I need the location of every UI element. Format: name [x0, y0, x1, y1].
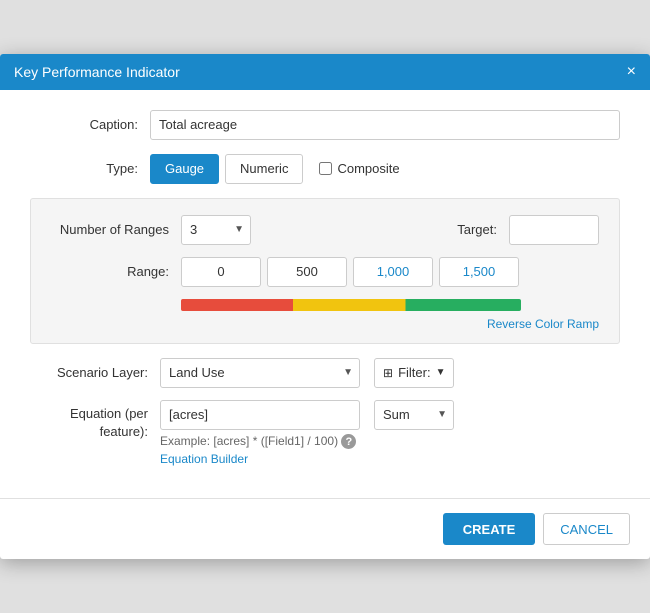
caption-input[interactable]	[150, 110, 620, 140]
close-button[interactable]: ×	[627, 64, 636, 80]
reverse-color-ramp-link[interactable]: Reverse Color Ramp	[181, 317, 599, 331]
num-ranges-label: Number of Ranges	[51, 222, 181, 237]
range-input-0[interactable]	[181, 257, 261, 287]
target-label: Target:	[429, 222, 509, 237]
range-input-3[interactable]	[439, 257, 519, 287]
composite-wrap: Composite	[319, 161, 399, 176]
equation-input[interactable]	[160, 400, 360, 430]
scenario-layer-label: Scenario Layer:	[30, 365, 160, 380]
cancel-button[interactable]: CANCEL	[543, 513, 630, 545]
equation-label: Equation (per feature):	[30, 400, 160, 441]
dialog-footer: CREATE CANCEL	[0, 498, 650, 559]
range-values	[181, 257, 519, 287]
equation-example: Example: [acres] * ([Field1] / 100) ?	[160, 434, 454, 449]
filter-button[interactable]: ⊞ Filter: ▼	[374, 358, 454, 388]
type-selector: Gauge Numeric Composite	[150, 154, 400, 184]
filter-layers-icon: ⊞	[383, 366, 393, 380]
scenario-select-wrap: Land Use ▼	[160, 358, 360, 388]
caption-label: Caption:	[30, 117, 150, 132]
kpi-dialog: Key Performance Indicator × Caption: Typ…	[0, 54, 650, 559]
ranges-section: Number of Ranges 3 2 4 5 ▼ Target: Range…	[30, 198, 620, 344]
target-input[interactable]	[509, 215, 599, 245]
range-inputs-row: Range:	[51, 257, 599, 287]
sum-select-wrap: Sum Average Count ▼	[374, 400, 454, 430]
scenario-layer-select[interactable]: Land Use	[160, 358, 360, 388]
num-ranges-select[interactable]: 3 2 4 5	[181, 215, 251, 245]
filter-label: Filter:	[398, 365, 431, 380]
color-bar	[181, 299, 521, 311]
scenario-section: Scenario Layer: Land Use ▼ ⊞ Filter: ▼ E…	[30, 358, 620, 466]
composite-label: Composite	[337, 161, 399, 176]
equation-builder-link[interactable]: Equation Builder	[160, 452, 454, 466]
ranges-header-row: Number of Ranges 3 2 4 5 ▼ Target:	[51, 215, 599, 245]
composite-checkbox[interactable]	[319, 162, 332, 175]
range-label: Range:	[51, 264, 181, 279]
type-row: Type: Gauge Numeric Composite	[30, 154, 620, 184]
dialog-header: Key Performance Indicator ×	[0, 54, 650, 90]
numeric-button[interactable]: Numeric	[225, 154, 303, 184]
num-ranges-select-wrap: 3 2 4 5 ▼	[181, 215, 251, 245]
equation-inputs: Sum Average Count ▼ Example: [acres] * (…	[160, 400, 454, 466]
help-icon[interactable]: ?	[341, 434, 356, 449]
caption-row: Caption:	[30, 110, 620, 140]
range-input-2[interactable]	[353, 257, 433, 287]
type-label: Type:	[30, 161, 150, 176]
filter-arrow-icon: ▼	[436, 367, 446, 378]
sum-select[interactable]: Sum Average Count	[374, 400, 454, 430]
gauge-button[interactable]: Gauge	[150, 154, 219, 184]
create-button[interactable]: CREATE	[443, 513, 535, 545]
color-bar-wrap: Reverse Color Ramp	[181, 299, 599, 331]
range-input-1[interactable]	[267, 257, 347, 287]
equation-row: Equation (per feature): Sum Average Coun…	[30, 400, 620, 466]
scenario-layer-row: Scenario Layer: Land Use ▼ ⊞ Filter: ▼	[30, 358, 620, 388]
dialog-title: Key Performance Indicator	[14, 64, 180, 80]
dialog-body: Caption: Type: Gauge Numeric Composite N…	[0, 90, 650, 498]
